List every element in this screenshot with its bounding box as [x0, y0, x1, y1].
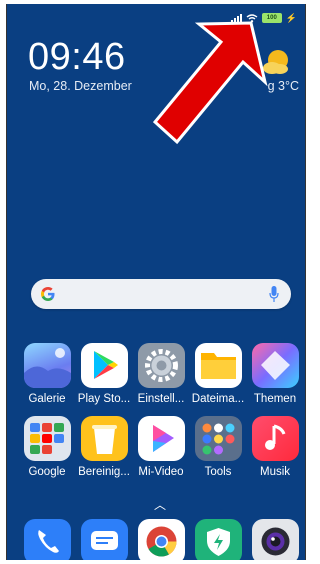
app-musik[interactable]: Musik: [247, 416, 303, 478]
tools-folder-icon: [194, 416, 242, 461]
dock-security[interactable]: [190, 519, 246, 560]
gallery-icon: [23, 343, 71, 388]
google-g-icon: [41, 287, 55, 301]
clock-time[interactable]: 09:46: [28, 36, 126, 79]
app-label: Google: [28, 466, 66, 478]
camera-icon: [251, 519, 299, 560]
home-screen: 100 ⚡ 09:46 Mo, 28. Dezember g 3°C Galer…: [6, 4, 306, 560]
charging-icon: ⚡: [285, 12, 297, 23]
app-tools-folder[interactable]: Tools: [190, 416, 246, 478]
chevron-up-icon[interactable]: ︿: [154, 496, 166, 513]
security-icon: [194, 519, 242, 560]
clock-date[interactable]: Mo, 28. Dezember: [29, 79, 132, 93]
messages-icon: [80, 519, 128, 560]
app-label: Bereinig...: [78, 466, 130, 478]
app-label: Einstell...: [137, 393, 185, 405]
settings-icon: [137, 343, 185, 388]
app-play-store[interactable]: Play Sto...: [76, 343, 132, 405]
file-manager-icon: [194, 343, 242, 388]
app-label: Play Sto...: [77, 393, 131, 405]
app-label: Tools: [204, 466, 232, 478]
app-label: Mi-Video: [138, 466, 184, 478]
cleaner-icon: [80, 416, 128, 461]
music-note-icon: [251, 416, 299, 461]
dock-chrome[interactable]: [133, 519, 189, 560]
app-label: Galerie: [28, 393, 66, 405]
app-bereinigung[interactable]: Bereinig...: [76, 416, 132, 478]
app-einstellungen[interactable]: Einstell...: [133, 343, 189, 405]
dock-phone[interactable]: [19, 519, 75, 560]
chrome-icon: [137, 519, 185, 560]
mic-icon[interactable]: [269, 286, 279, 302]
app-label: Dateima...: [191, 393, 245, 405]
play-store-icon: [80, 343, 128, 388]
dock-messages[interactable]: [76, 519, 132, 560]
weather-text[interactable]: g 3°C: [268, 79, 299, 93]
app-galerie[interactable]: Galerie: [19, 343, 75, 405]
app-mi-video[interactable]: Mi-Video: [133, 416, 189, 478]
app-themen[interactable]: Themen: [247, 343, 303, 405]
dock-camera[interactable]: [247, 519, 303, 560]
app-label: Themen: [253, 393, 297, 405]
app-google-folder[interactable]: Google: [19, 416, 75, 478]
google-search-bar[interactable]: [31, 279, 291, 309]
app-label: Musik: [259, 466, 291, 478]
video-play-icon: [137, 416, 185, 461]
phone-icon: [23, 519, 71, 560]
app-dateimanager[interactable]: Dateima...: [190, 343, 246, 405]
red-arrow-annotation: [152, 21, 268, 145]
google-folder-icon: [23, 416, 71, 461]
themes-icon: [251, 343, 299, 388]
